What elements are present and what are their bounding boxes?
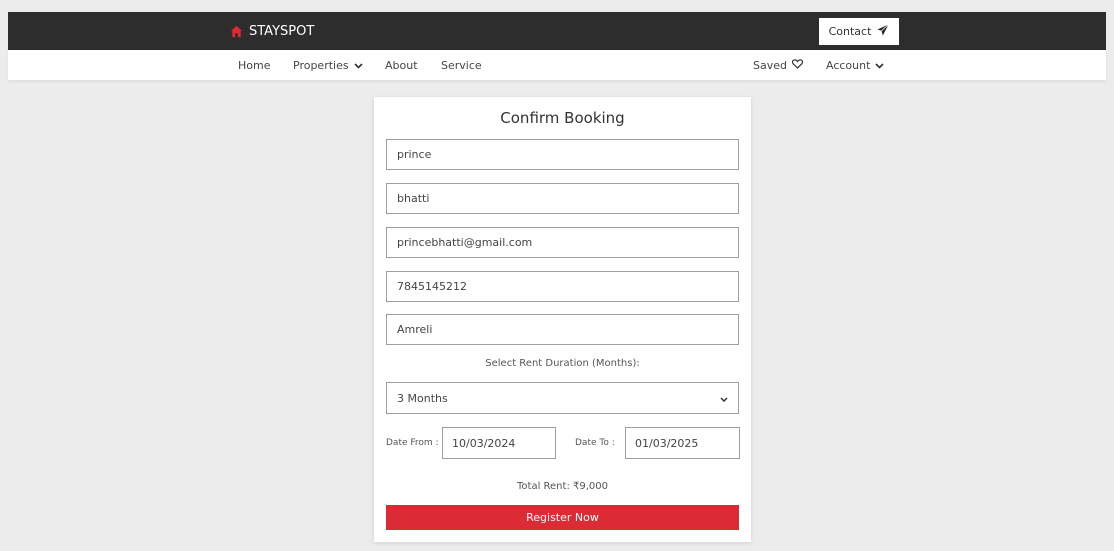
contact-label: Contact	[828, 25, 872, 38]
email-field[interactable]: princebhatti@gmail.com	[386, 227, 739, 258]
nav-service[interactable]: Service	[441, 59, 482, 72]
date-from-input[interactable]: 10/03/2024	[442, 427, 556, 459]
duration-value: 3 Months	[397, 391, 448, 405]
date-to-label: Date To :	[575, 438, 615, 448]
nav-account[interactable]: Account	[826, 59, 884, 72]
top-header-bar: STAYSPOT Contact	[8, 12, 1106, 50]
nav-service-label: Service	[441, 59, 482, 72]
main-nav: Home Properties About Service Saved Acco…	[8, 50, 1106, 80]
nav-saved[interactable]: Saved	[753, 59, 804, 72]
nav-account-label: Account	[826, 59, 871, 72]
nav-home[interactable]: Home	[238, 59, 270, 72]
nav-about-label: About	[385, 59, 418, 72]
home-icon	[230, 25, 243, 38]
total-rent: Total Rent: ₹9,000	[517, 481, 608, 492]
duration-label: Select Rent Duration (Months):	[485, 358, 640, 369]
brand-logo[interactable]: STAYSPOT	[230, 22, 314, 40]
chevron-down-icon	[875, 59, 884, 72]
nav-properties-label: Properties	[293, 59, 349, 72]
city-field[interactable]: Amreli	[386, 314, 739, 345]
nav-about[interactable]: About	[385, 59, 418, 72]
booking-form-card: Confirm Booking prince bhatti princebhat…	[374, 97, 751, 542]
first-name-field[interactable]: prince	[386, 139, 739, 170]
chevron-down-icon	[354, 59, 363, 72]
date-from-label: Date From :	[386, 438, 439, 448]
register-button[interactable]: Register Now	[386, 505, 739, 530]
last-name-field[interactable]: bhatti	[386, 183, 739, 214]
chevron-down-icon	[720, 392, 728, 405]
phone-field[interactable]: 7845145212	[386, 271, 739, 302]
duration-select[interactable]: 3 Months	[386, 382, 739, 414]
heart-icon	[791, 59, 804, 72]
form-title: Confirm Booking	[500, 109, 625, 127]
nav-properties[interactable]: Properties	[293, 59, 363, 72]
date-to-input[interactable]: 01/03/2025	[625, 427, 740, 459]
paper-plane-icon	[877, 24, 890, 39]
contact-button[interactable]: Contact	[819, 18, 899, 45]
brand-name: STAYSPOT	[249, 23, 315, 39]
nav-home-label: Home	[238, 59, 271, 72]
nav-saved-label: Saved	[753, 59, 787, 72]
